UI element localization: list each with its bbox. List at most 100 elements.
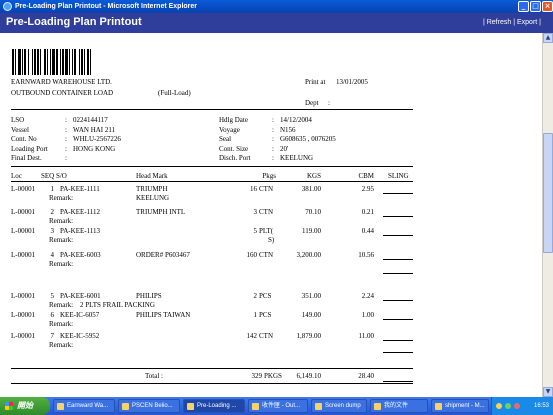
report-content: EARNWARD WAREHOUSE LTD. OUTBOUND CONTAIN… [0, 33, 542, 397]
window-icon [122, 403, 129, 410]
row-unit: PLT( [259, 227, 274, 235]
row-unit: PCS [259, 292, 272, 300]
info-value: 0224144117 [73, 116, 108, 124]
minimize-button[interactable]: _ [518, 1, 529, 12]
total-unit: PKGS [264, 372, 282, 380]
info-value: WAN HAI 211 [73, 125, 116, 134]
row-loc: L-00001 [11, 332, 36, 340]
colon: : [65, 125, 67, 134]
colon: : [272, 125, 274, 134]
row-so: KEE-IC-5952 [60, 332, 100, 340]
row-so: PA-KEE-1112 [60, 208, 101, 216]
taskbar-item-active[interactable]: Pre-Loading ... [183, 399, 245, 413]
row-unit: CTN [259, 208, 273, 216]
taskbar-item[interactable]: 收件匣 - Out... [248, 399, 308, 413]
dept-value: : [328, 99, 330, 107]
row-remark-label: Remark: [49, 301, 74, 309]
separator: | [482, 19, 485, 26]
divider [11, 368, 413, 369]
row-kgs: 1,879.00 [296, 332, 322, 340]
info-label: Vessel [11, 125, 29, 134]
sling-line [383, 273, 413, 274]
info-label: Cont. Size [219, 144, 249, 153]
info-value: KEELUNG [280, 154, 314, 162]
sling-line [383, 259, 413, 260]
row-pkgs: 2 [253, 292, 258, 300]
row-pkgs: 5 [253, 227, 258, 235]
row-unit: CTN [259, 332, 273, 340]
taskbar-item-label: 收件匣 - Out... [262, 403, 301, 409]
row-loc: L-00001 [11, 208, 36, 216]
row-cbm: 11.00 [358, 332, 375, 340]
row-seq: 3 [50, 227, 55, 235]
taskbar-item[interactable]: shipment - M... [431, 399, 489, 413]
row-headmark: PHILIPS [136, 292, 162, 300]
row-seq: 6 [50, 311, 55, 319]
total-cbm: 28.40 [358, 372, 374, 380]
report-header: Pre-Loading Plan Printout | Refresh | Ex… [0, 13, 553, 33]
load-type: OUTBOUND CONTAINER LOAD [11, 89, 114, 97]
page-title: Pre-Loading Plan Printout [6, 16, 142, 28]
row-remark-label: Remark: [49, 320, 74, 328]
row-kgs: 119.00 [302, 227, 321, 235]
window-icon [187, 403, 194, 410]
colon: : [65, 144, 67, 153]
tray-icon[interactable] [496, 403, 502, 409]
sling-line [383, 193, 413, 194]
row-kgs: 149.00 [301, 311, 321, 319]
tray-icon[interactable] [514, 403, 520, 409]
colon: : [272, 135, 274, 143]
row-unit: CTN [259, 185, 273, 193]
scroll-thumb[interactable] [543, 133, 553, 253]
window-icon [252, 403, 259, 410]
divider [11, 383, 413, 384]
window-icon [435, 403, 442, 410]
separator: | [539, 19, 541, 26]
scroll-up-icon[interactable]: ▲ [543, 33, 553, 43]
row-pkgs: 16 [250, 185, 257, 193]
folder-icon [374, 403, 381, 410]
row-cbm: 10.56 [358, 251, 374, 259]
tray-icon[interactable] [505, 403, 511, 409]
row-cbm: 1.00 [361, 311, 374, 319]
info-value: 14/12/2004 [280, 116, 312, 124]
row-remark-label: Remark: [49, 236, 74, 244]
colon: : [272, 154, 274, 162]
export-link[interactable]: Export [517, 19, 537, 26]
taskbar-item[interactable]: 我的文件 [370, 399, 428, 413]
close-button[interactable]: × [542, 1, 553, 12]
colon: : [65, 116, 67, 124]
info-value: G608635 , 0076205 [280, 135, 336, 143]
window-icon [315, 403, 322, 410]
row-loc: L-00001 [11, 251, 36, 259]
colon: : [65, 154, 67, 162]
internet-explorer-icon [3, 2, 12, 11]
sling-line [383, 319, 413, 320]
vertical-scrollbar[interactable]: ▲ ▼ [542, 33, 553, 397]
row-unit: PCS [259, 311, 272, 319]
taskbar-item[interactable]: Screen dump [311, 399, 367, 413]
sling-line [383, 235, 413, 236]
col-kgs: KGS [306, 172, 321, 180]
taskbar-item[interactable]: PSCEN Belio... [118, 399, 180, 413]
info-value: HONG KONG [73, 144, 116, 153]
company-name: EARNWARD WAREHOUSE LTD. [11, 78, 112, 86]
refresh-link[interactable]: Refresh [487, 19, 512, 26]
row-remark-label: Remark: [49, 260, 74, 268]
scroll-down-icon[interactable]: ▼ [543, 387, 553, 397]
header-links: | Refresh | Export | [483, 19, 541, 26]
start-button[interactable]: 開始 [0, 397, 50, 415]
print-date: 13/01/2005 [336, 78, 368, 86]
maximize-button[interactable]: □ [530, 1, 541, 12]
print-at-label: Print at [305, 78, 326, 86]
taskbar-item[interactable]: Earnward Wa... [53, 399, 115, 413]
windows-logo-icon [5, 402, 13, 410]
row-headmark: TRIUMPH [136, 185, 168, 193]
row-seq: 5 [50, 292, 55, 300]
taskbar-item-label: PSCEN Belio... [132, 403, 173, 409]
row-kgs: 381.00 [301, 185, 321, 193]
row-loc: L-00001 [11, 311, 36, 319]
window-icon [57, 403, 64, 410]
info-value: WHLU-2567226 [73, 135, 121, 143]
info-label: Voyage [219, 125, 240, 134]
